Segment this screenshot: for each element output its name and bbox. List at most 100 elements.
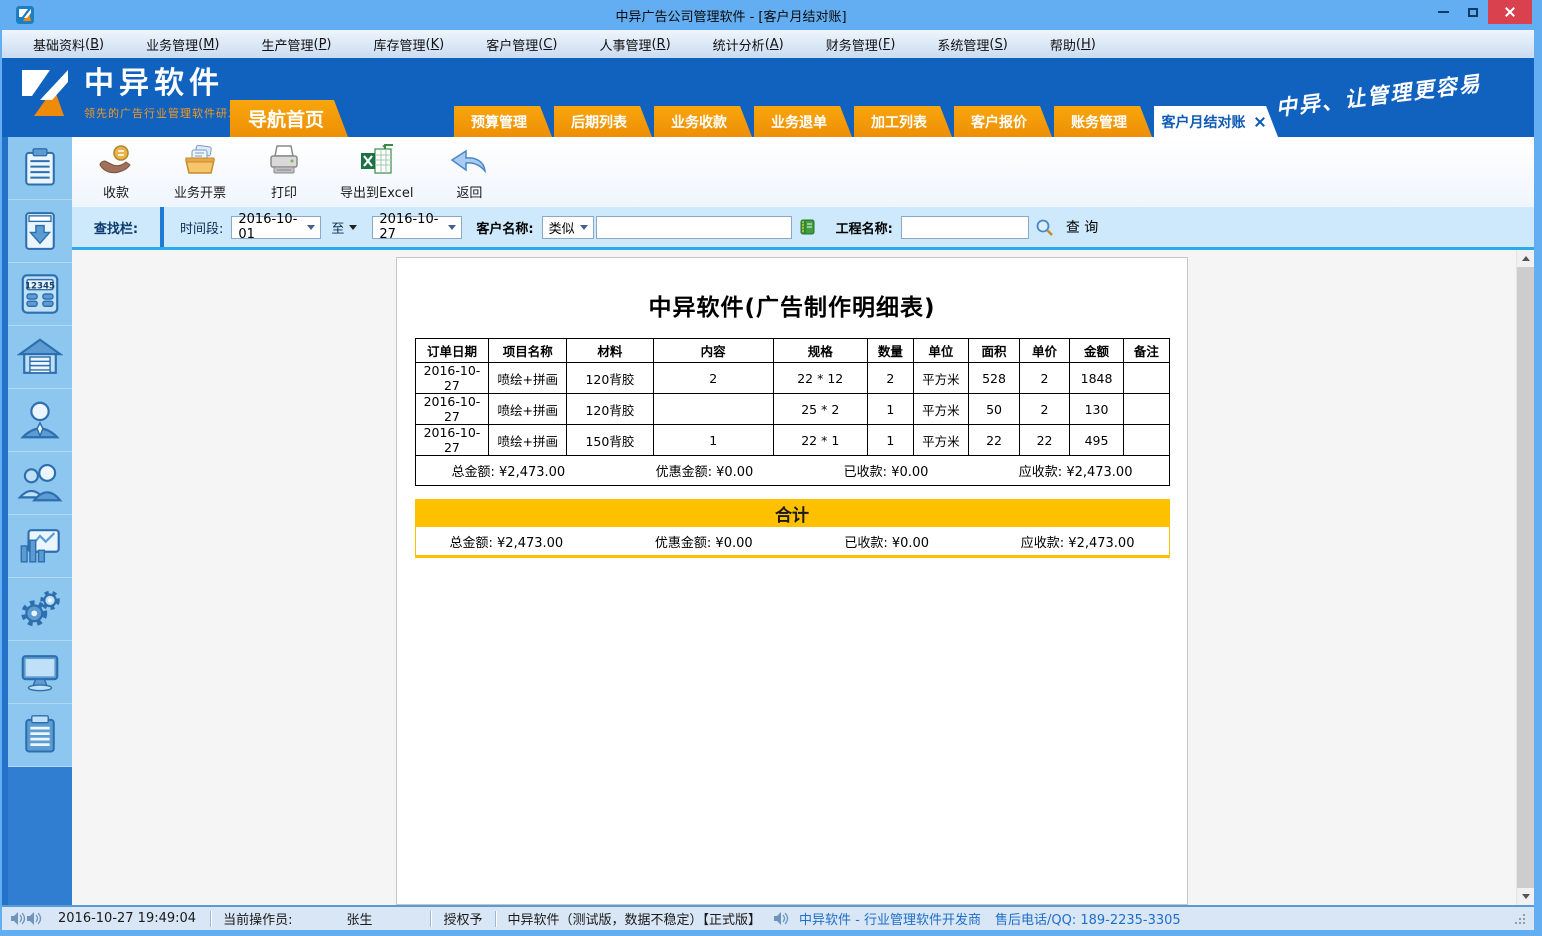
tab-postprocess-list[interactable]: 后期列表 [554,106,652,137]
print-button[interactable]: 打印 [256,143,312,201]
settings-gears-icon [17,586,63,632]
notebook-icon [798,218,816,236]
brand-logo-icon [16,66,74,122]
speaker-icon [26,911,42,926]
menu-item-hr-mgmt[interactable]: 人事管理(R) [578,30,691,58]
date-to-select[interactable]: 2016-10-27 [372,216,462,239]
maximize-button[interactable] [1458,0,1488,24]
menu-item-production-mgmt[interactable]: 生产管理(P) [240,30,352,58]
tab-budget-mgmt[interactable]: 预算管理 [454,106,552,137]
receive-payment-label: 收款 [103,182,129,201]
project-name-input[interactable] [901,216,1029,239]
customer-lookup-button[interactable] [798,218,816,236]
to-dropdown[interactable]: 至 [331,218,362,237]
tab-processing-list[interactable]: 加工列表 [854,106,952,137]
menu-item-finance-mgmt[interactable]: 财务管理(F) [805,30,917,58]
vendor-text: 中异软件 - 行业管理软件开发商 [799,909,981,928]
close-button[interactable] [1488,0,1532,24]
total-amount-value: ¥2,473.00 [499,465,565,480]
sidebar-item-calculator[interactable]: 12345 [8,263,72,326]
report-page: 中异软件(广告制作明细表) 订单日期 项目名称 材料 内容 规格 [396,257,1188,905]
date-from-value: 2016-10-01 [238,212,302,242]
sidebar-item-customers[interactable] [8,452,72,515]
tab-close-icon[interactable] [1255,117,1265,127]
menu-item-business-mgmt[interactable]: 业务管理(M) [125,30,240,58]
close-icon [1504,6,1516,18]
scroll-down-button[interactable] [1517,888,1534,905]
print-label: 打印 [271,182,297,201]
tab-business-receipts[interactable]: 业务收款 [654,106,752,137]
sidebar-item-statistics[interactable] [8,515,72,578]
minimize-button[interactable] [1428,0,1458,24]
sidebar-item-orders[interactable] [8,137,72,200]
menu-item-customer-mgmt[interactable]: 客户管理(C) [465,30,578,58]
query-label[interactable]: 查 询 [1066,217,1098,237]
support-contact: 售后电话/QQ: 189-2235-3305 [995,909,1181,928]
export-excel-button[interactable]: 导出到Excel [340,143,413,201]
export-excel-icon [355,143,399,179]
sidebar-item-warehouse[interactable] [8,326,72,389]
sidebar-item-reports[interactable] [8,704,72,767]
operator-name: 张生 [346,909,372,928]
search-icon [1035,218,1054,237]
status-bar: 2016-10-27 19:49:04 当前操作员: 张生 授权予 中异软件（测… [2,905,1534,930]
receivable-label: 应收款: [1019,465,1062,480]
menu-item-statistics[interactable]: 统计分析(A) [692,30,805,58]
grand-total-amount-label: 总金额: [450,536,493,551]
sidebar: 12345 [2,137,72,905]
grand-discount-label: 优惠金额: [655,536,711,551]
table-row: 2016-10-27喷绘+拼画120背胶25 * 21平方米502130 [415,394,1169,425]
invoice-icon [178,143,222,179]
scroll-up-button[interactable] [1517,250,1534,267]
vertical-scrollbar[interactable] [1516,250,1534,905]
receive-payment-button[interactable]: 收款 [88,143,144,201]
tab-customer-monthly-reconciliation[interactable]: 客户月结对账 [1154,106,1278,137]
print-icon [264,143,304,179]
minimize-icon [1438,11,1449,13]
match-mode-select[interactable]: 类似 [542,216,594,239]
tab-business-returns[interactable]: 业务退单 [754,106,852,137]
back-label: 返回 [456,182,482,201]
customer-name-input[interactable] [596,216,792,239]
menu-item-inventory-mgmt[interactable]: 库存管理(K) [353,30,466,58]
monitor-icon [17,649,63,695]
col-unit-price: 单价 [1020,339,1070,363]
sidebar-item-monitor[interactable] [8,641,72,704]
status-divider [210,911,211,927]
query-button[interactable] [1035,218,1054,237]
back-icon [447,143,491,179]
back-button[interactable]: 返回 [441,143,497,201]
brand-banner: 中异软件 领先的广告行业管理软件研发商 中异、让管理更容易 导航首页 预算管理 … [2,58,1534,137]
report-clipboard-icon [18,713,62,757]
invoice-button[interactable]: 业务开票 [172,143,228,201]
tab-navigation-home[interactable]: 导航首页 [230,100,348,137]
toolbar: 收款 业务开票 打印 导出到Excel 返回 [72,137,1534,207]
window-title: 中异广告公司管理软件 - [客户月结对账] [34,6,1428,25]
tab-account-mgmt[interactable]: 账务管理 [1054,106,1152,137]
chevron-up-icon [1522,256,1530,261]
receivable-value: ¥2,473.00 [1066,465,1132,480]
menu-item-system-mgmt[interactable]: 系统管理(S) [916,30,1028,58]
grand-total-amount-value: ¥2,473.00 [497,536,563,551]
grand-total-header: 合计 [415,499,1170,527]
to-label: 至 [331,218,344,237]
customers-icon [17,460,63,506]
chevron-down-icon [307,225,315,230]
col-material: 材料 [567,339,654,363]
sidebar-item-settings[interactable] [8,578,72,641]
received-value: ¥0.00 [891,465,928,480]
export-excel-label: 导出到Excel [340,182,413,201]
grand-received-label: 已收款: [844,536,887,551]
menu-item-basic-data[interactable]: 基础资料(B) [12,30,125,58]
resize-grip-icon[interactable] [1514,913,1526,925]
tab-customer-quotes[interactable]: 客户报价 [954,106,1052,137]
detail-table: 订单日期 项目名称 材料 内容 规格 数量 单位 面积 单价 金额 备注 [415,338,1170,486]
operator-label: 当前操作员: [223,909,292,928]
scrollbar-thumb[interactable] [1517,267,1534,888]
receive-payment-icon [96,143,136,179]
date-from-select[interactable]: 2016-10-01 [231,216,321,239]
menu-item-help[interactable]: 帮助(H) [1029,30,1117,58]
sidebar-item-employee[interactable] [8,389,72,452]
find-panel-label: 查找栏: [72,218,160,237]
sidebar-item-download-list[interactable] [8,200,72,263]
